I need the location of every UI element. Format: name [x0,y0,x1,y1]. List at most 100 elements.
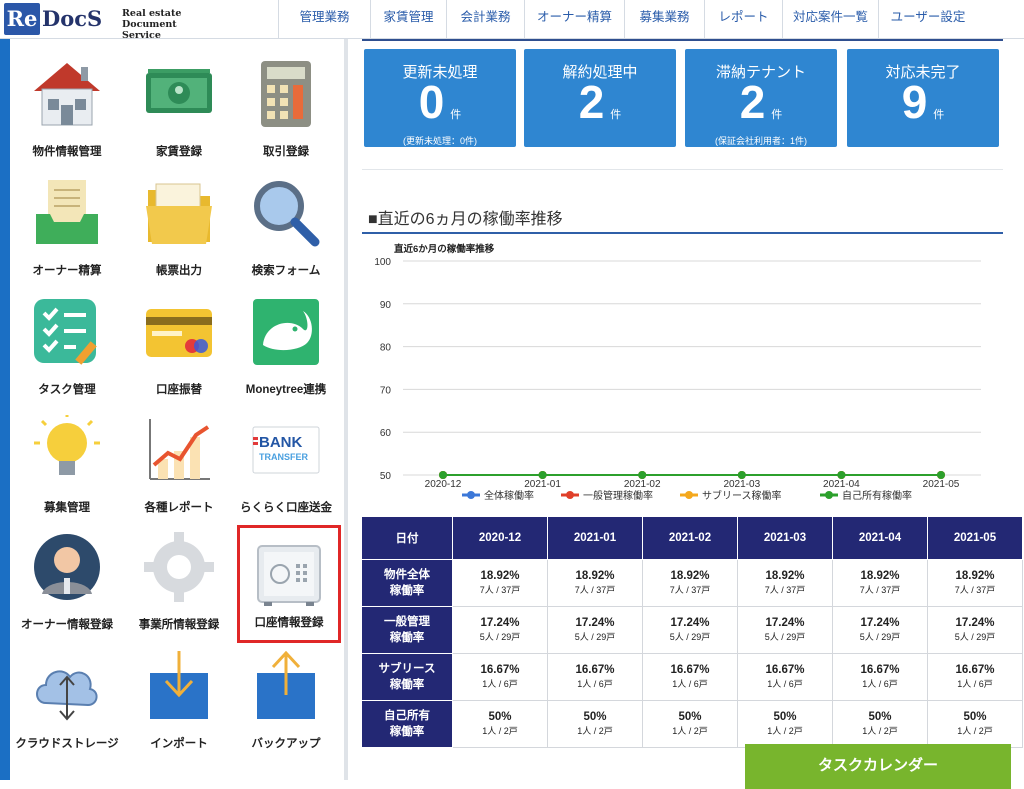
stat-card-number: 2 [739,76,766,128]
sidebar-tile-13[interactable]: オーナー情報登録 [15,520,119,631]
sidebar-tile-label: バックアップ [251,738,321,750]
sidebar-tile-9[interactable]: Moneytree連携 [234,285,338,396]
table-header-month: 2021-01 [547,516,643,560]
sidebar-tile-label: 帳票出力 [156,265,202,277]
sidebar-tile-3[interactable]: 取引登録 [234,47,338,158]
cell-rate: 16.67% [765,664,805,676]
table-cell: 50% 1人 / 2戸 [642,700,738,748]
owner-avatar-icon [32,532,102,602]
series-4-point [538,471,547,479]
sidebar-tile-15[interactable]: 口座情報登録 [237,525,341,643]
stat-card-number: 2 [578,76,605,128]
import-icon [144,651,214,721]
table-cell: 16.67% 1人 / 6戸 [832,653,928,701]
nav-item-7[interactable]: ユーザー設定 [878,0,977,38]
occupancy-chart: 直近6か月の稼働率推移 50 60 70 80 90 100 2020-12 2021-01 2… [362,237,1003,507]
cell-rate: 17.24% [765,617,805,629]
banknote-icon [144,59,214,129]
nav-item-0[interactable]: 管理業務 [278,0,370,38]
cell-rate: 17.24% [480,617,520,629]
cell-count: 5人 / 29戸 [954,632,996,642]
cell-count: 7人 / 37戸 [669,585,711,595]
folder-icon [144,178,214,248]
legend-item-4[interactable]: 自己所有稼働率 [820,489,912,502]
table-header-date: 日付 [361,516,453,560]
cell-rate: 18.92% [670,570,710,582]
sidebar-tile-2[interactable]: 家賃登録 [127,47,231,158]
gear-icon [144,532,214,602]
sidebar: 物件情報管理 家賃登録 取引登録オーナー精算 帳票出力 検索フォームタスク管理 口座振替 M… [0,39,348,780]
stat-card-1[interactable]: 更新未処理 0 件 (更新未処理：0件) [364,49,516,147]
table-cell: 17.24% 5人 / 29戸 [737,606,833,654]
x-tick-label: 2021-02 [624,479,661,490]
legend-item-1[interactable]: 全体稼働率 [462,489,534,502]
main-content: 更新未処理 0 件 (更新未処理：0件) 解約処理中 2 件滞納テナント 2 件 (保証会社利用者… [348,39,1024,789]
table-cell: 50% 1人 / 2戸 [927,700,1023,748]
nav-item-3[interactable]: オーナー精算 [524,0,624,38]
nav-item-2[interactable]: 会計業務 [446,0,524,38]
row-header-line1: サブリース [378,663,436,675]
cell-rate: 18.92% [955,570,995,582]
sidebar-tile-1[interactable]: 物件情報管理 [15,47,119,158]
nav-item-4[interactable]: 募集業務 [624,0,704,38]
cell-count: 1人 / 6戸 [767,679,803,689]
cloud-icon [32,651,102,721]
cell-count: 1人 / 6戸 [862,679,898,689]
cell-count: 7人 / 37戸 [479,585,521,595]
legend-label: 全体稼働率 [484,489,534,502]
table-cell: 18.92% 7人 / 37戸 [927,559,1023,607]
cell-rate: 18.92% [860,570,900,582]
table-cell: 18.92% 7人 / 37戸 [547,559,643,607]
row-header-line2: 稼働率 [389,632,425,644]
redocs-logo[interactable]: Re DocS Real estate Document Service [4,3,209,41]
cell-count: 1人 / 6戸 [577,679,613,689]
sidebar-tile-10[interactable]: 募集管理 [15,403,119,514]
series-4-point [439,471,447,479]
cell-rate: 16.67% [670,664,710,676]
cell-rate: 16.67% [480,664,520,676]
stat-card-2[interactable]: 解約処理中 2 件 [524,49,676,147]
table-header-month: 2020-12 [452,516,548,560]
stat-card-3[interactable]: 滞納テナント 2 件 (保証会社利用者：1件) [685,49,837,147]
legend-marker [566,491,574,499]
sidebar-tile-7[interactable]: タスク管理 [15,285,119,396]
table-cell: 17.24% 5人 / 29戸 [547,606,643,654]
sidebar-tile-8[interactable]: 口座振替 [127,285,231,396]
sidebar-tile-17[interactable]: インポート [127,639,231,750]
table-row: サブリース 稼働率 16.67% 1人 / 6戸 16.67% 1人 / 6戸 16.67%… [361,653,1023,701]
cell-count: 5人 / 29戸 [764,632,806,642]
task-calendar-button[interactable]: タスクカレンダー [745,744,1011,789]
sidebar-tile-12[interactable]: BANK TRANSFER らくらく口座送金 [234,403,338,514]
sidebar-tile-18[interactable]: バックアップ [234,639,338,750]
sidebar-tile-label: 物件情報管理 [32,146,102,158]
nav-item-1[interactable]: 家賃管理 [370,0,446,38]
checklist-icon [32,297,102,367]
sidebar-tile-16[interactable]: クラウドストレージ [15,639,119,750]
nav-item-5[interactable]: レポート [704,0,782,38]
svg-text:BANK: BANK [259,434,302,451]
nav-item-6[interactable]: 対応案件一覧 [782,0,878,38]
legend-item-2[interactable]: 一般管理稼働率 [561,489,653,502]
sidebar-tile-11[interactable]: 各種レポート [127,403,231,514]
legend-item-3[interactable]: サブリース稼働率 [680,489,782,502]
sidebar-tile-4[interactable]: オーナー精算 [15,166,119,277]
occupancy-table: 日付 2020-12 2021-01 2021-02 2021-03 2021-04 202… [361,516,1023,748]
sidebar-tile-14[interactable]: 事業所情報登録 [127,520,231,631]
y-tick-label: 80 [380,343,392,354]
cell-count: 7人 / 37戸 [859,585,901,595]
sidebar-tile-label: Moneytree連携 [245,384,327,396]
light-bulb-icon [32,411,102,485]
cell-count: 7人 / 37戸 [574,585,616,595]
cell-count: 5人 / 29戸 [669,632,711,642]
x-tick-label: 2020-12 [425,479,462,490]
table-cell: 16.67% 1人 / 6戸 [547,653,643,701]
sidebar-tile-label: 事業所情報登録 [138,619,220,631]
moneytree-elephant-icon [251,297,321,367]
table-header-month: 2021-02 [642,516,738,560]
sidebar-tile-5[interactable]: 帳票出力 [127,166,231,277]
stat-card-value: 2件 [685,77,837,140]
x-tick-label: 2021-04 [823,479,860,490]
stat-card-4[interactable]: 対応未完了 9 件 [847,49,999,147]
table-cell: 18.92% 7人 / 37戸 [737,559,833,607]
sidebar-tile-6[interactable]: 検索フォーム [234,166,338,277]
